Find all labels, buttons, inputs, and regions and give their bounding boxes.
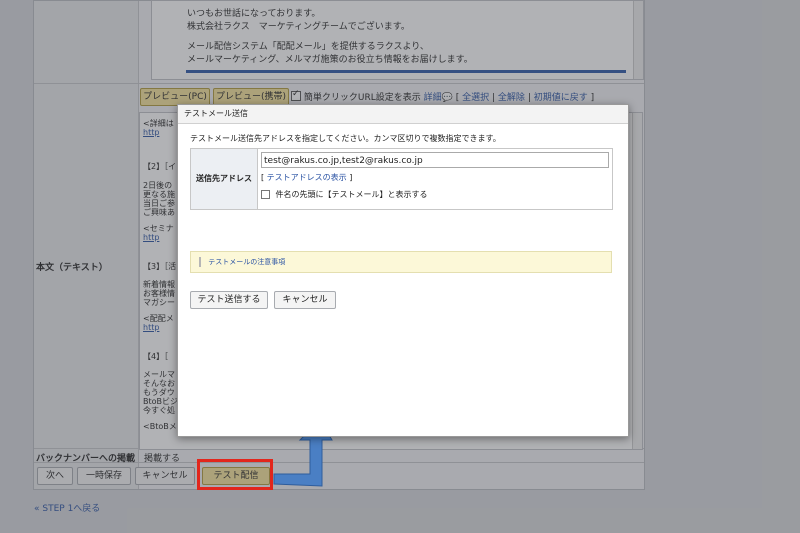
subject-prefix-label: 件名の先頭に【テストメール】と表示する xyxy=(275,190,428,199)
address-field-label: 送信先アドレス xyxy=(191,149,258,209)
test-mail-dialog: テストメール送信 テストメール送信先アドレスを指定してください。カンマ区切りで複… xyxy=(177,104,629,437)
show-test-address-link[interactable]: テストアドレスの表示 xyxy=(267,173,347,182)
show-test-address: [ テストアドレスの表示 ] xyxy=(261,172,352,183)
highlight-box xyxy=(197,459,273,490)
bracket-open: [ xyxy=(261,173,265,182)
subject-prefix-option: 件名の先頭に【テストメール】と表示する xyxy=(261,189,428,200)
bracket-close: ] xyxy=(349,173,353,182)
notice-marker xyxy=(199,257,201,267)
dialog-cancel-button[interactable]: キャンセル xyxy=(274,291,336,309)
address-input[interactable]: test@rakus.co.jp,test2@rakus.co.jp xyxy=(261,152,609,168)
send-test-button[interactable]: テスト送信する xyxy=(190,291,268,309)
address-form-table: 送信先アドレス test@rakus.co.jp,test2@rakus.co.… xyxy=(190,148,613,210)
subject-prefix-checkbox[interactable] xyxy=(261,190,270,199)
notice-box[interactable]: テストメールの注意事項 xyxy=(190,251,612,273)
notice-link[interactable]: テストメールの注意事項 xyxy=(208,258,285,266)
dialog-title: テストメール送信 xyxy=(178,105,628,124)
dialog-instruction: テストメール送信先アドレスを指定してください。カンマ区切りで複数指定できます。 xyxy=(190,134,501,143)
